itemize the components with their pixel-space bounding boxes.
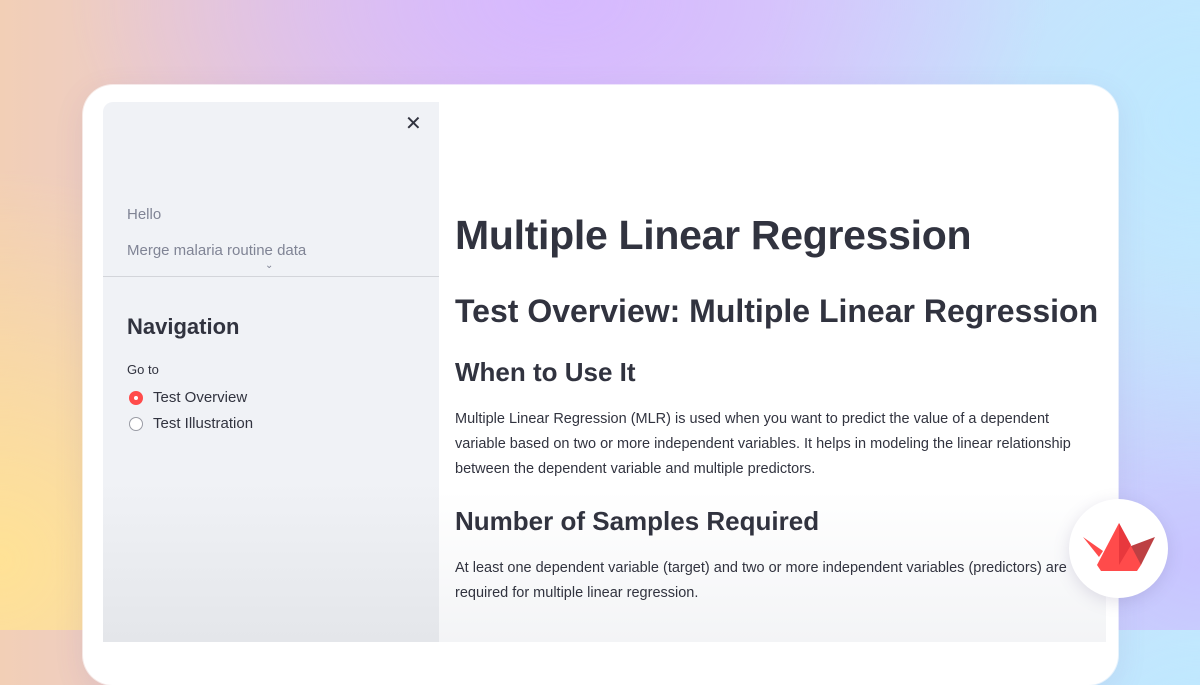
streamlit-logo-icon	[1083, 523, 1155, 571]
radio-option-test-illustration[interactable]: Test Illustration	[129, 415, 253, 432]
section-text-when-to-use: Multiple Linear Regression (MLR) is used…	[455, 411, 1071, 477]
page-title: Multiple Linear Regression	[455, 212, 972, 258]
radio-option-label: Test Illustration	[153, 415, 254, 432]
radio-group-label: Go to	[127, 362, 159, 377]
navigation-heading: Navigation	[127, 314, 240, 339]
radio-option-label: Test Overview	[153, 389, 248, 406]
section-heading-when-to-use: When to Use It	[455, 357, 636, 387]
page-subtitle: Test Overview: Multiple Linear Regressio…	[455, 293, 1099, 329]
sidebar-page-hello[interactable]: Hello	[127, 206, 161, 223]
section-text-samples: At least one dependent variable (target)…	[455, 560, 1067, 601]
section-heading-samples: Number of Samples Required	[455, 506, 820, 536]
main-content: Multiple Linear Regression Test Overview…	[439, 102, 1106, 642]
chevron-down-icon[interactable]: ⌄	[265, 260, 273, 271]
app-window: ✕ Hello Merge malaria routine data ⌄ Nav…	[103, 102, 1106, 642]
radio-button[interactable]	[129, 416, 143, 431]
streamlit-logo	[1069, 499, 1168, 598]
sidebar: ✕ Hello Merge malaria routine data ⌄ Nav…	[103, 102, 439, 642]
radio-button-selected[interactable]	[129, 390, 143, 405]
sidebar-page-merge-malaria[interactable]: Merge malaria routine data	[127, 242, 306, 259]
close-icon[interactable]: ✕	[405, 114, 422, 134]
sidebar-divider	[103, 276, 439, 277]
radio-option-test-overview[interactable]: Test Overview	[129, 389, 247, 406]
